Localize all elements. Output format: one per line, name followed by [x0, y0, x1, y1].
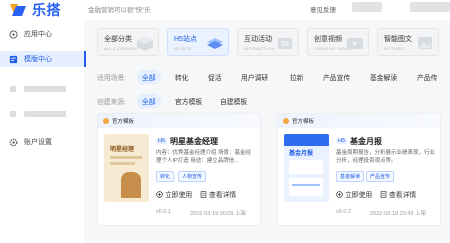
scene-chip-survey[interactable]: 用户调研: [241, 72, 268, 82]
cube-icon: [137, 36, 153, 51]
use-now-label: 立即使用: [345, 192, 373, 199]
thumbnail-title: 明星经理: [110, 147, 135, 153]
source-chip-official[interactable]: 官方模板: [175, 96, 202, 106]
scene-chip-activate[interactable]: 促活: [208, 72, 222, 82]
use-now-button[interactable]: 立即使用: [156, 189, 192, 199]
official-badge-icon: [103, 118, 109, 124]
scene-chip-fund[interactable]: 基金解读: [370, 72, 397, 82]
sidebar-item-apps[interactable]: 应用中心: [0, 26, 86, 42]
card-date: 2022-03-18 23:43 上架: [370, 211, 426, 217]
use-now-button[interactable]: 立即使用: [336, 189, 372, 199]
source-filter-label: 创建来源:: [97, 99, 127, 106]
card-title: 明星基金经理: [170, 137, 218, 146]
card-version: v0.0.2: [336, 209, 351, 215]
card-source-label: 官方模板: [292, 119, 315, 125]
sidebar-item-templates[interactable]: 模版中心: [0, 51, 86, 67]
category-h5[interactable]: H5站点 H5 SITE: [167, 28, 229, 56]
card-header: 官方模板: [98, 114, 260, 128]
document-icon: [380, 190, 387, 198]
use-now-label: 立即使用: [165, 192, 193, 199]
top-bar: 乐搭 金融营销可以很“快”乐 意见反馈: [0, 0, 450, 20]
person-figure-icon: [121, 172, 141, 198]
card-tag: 基金解读: [336, 171, 365, 182]
document-icon: [200, 190, 207, 198]
scene-chip-acquire[interactable]: 拉新: [290, 72, 304, 82]
sidebar-item-label: 账户设置: [24, 139, 52, 146]
redacted-block: [10, 111, 16, 117]
template-card[interactable]: 官方模板 明星经理 H5 明星基金经理 内容：优秀基金经理介绍 场景：基金经理个…: [97, 113, 261, 226]
feedback-link[interactable]: 意见反馈: [310, 4, 336, 14]
view-detail-button[interactable]: 查看详情: [380, 189, 416, 199]
redacted-block: [352, 2, 382, 12]
category-all[interactable]: 全部分类 ALL CATEGORY: [97, 28, 159, 56]
view-detail-button[interactable]: 查看详情: [200, 189, 236, 199]
source-chip-all[interactable]: 全部: [137, 94, 161, 108]
template-thumbnail[interactable]: 基金月报: [284, 134, 329, 202]
app-grid-icon: [9, 29, 18, 39]
view-detail-label: 查看详情: [209, 192, 237, 199]
plus-circle-icon: [156, 190, 163, 198]
category-interaction[interactable]: 互动活动 INTERACTION: [237, 28, 299, 56]
card-date: 2022-03-19 00:09 上架: [190, 211, 246, 217]
official-badge-icon: [283, 118, 289, 124]
sidebar-item-label: 模版中心: [24, 56, 52, 63]
sidebar: 应用中心 模版中心 账户设置: [0, 20, 86, 243]
view-detail-label: 查看详情: [389, 192, 417, 199]
sidebar-item-label: 应用中心: [24, 31, 52, 38]
template-card[interactable]: 官方模板 基金月报 H5 基金月报 基金周期报告，分析展示业绩表现，行业分析，经…: [277, 113, 441, 226]
scene-chip-more[interactable]: 产品传: [417, 72, 437, 82]
card-tag: 产品宣传: [366, 171, 395, 182]
card-tag: 转化: [156, 171, 175, 182]
interaction-icon: [278, 38, 292, 49]
card-description: 内容：优秀基金经理介绍 场景：基金经理个人IP打造 用途：建立品牌信...: [156, 150, 252, 164]
card-title: 基金月报: [350, 137, 382, 146]
video-icon: [347, 38, 363, 49]
plus-circle-icon: [336, 190, 343, 198]
redacted-block: [24, 86, 66, 92]
card-version: v0.0.1: [156, 209, 171, 215]
redacted-block: [410, 2, 450, 12]
category-smart-picture[interactable]: 智能图文 PICTURE: [377, 28, 439, 56]
app-name: 乐搭: [32, 2, 61, 18]
card-header: 官方模板: [278, 114, 440, 128]
scene-chip-product[interactable]: 产品宣传: [323, 72, 350, 82]
thumbnail-title: 基金月报: [289, 151, 314, 157]
scene-chip-convert[interactable]: 转化: [175, 72, 189, 82]
card-description: 基金周期报告，分析展示业绩表现，行业分析，经理投资观点等。: [336, 150, 436, 164]
category-creative-video[interactable]: 创意视频 CREATIVE VIDEO: [307, 28, 369, 56]
card-source-label: 官方模板: [112, 119, 135, 125]
scene-chip-all[interactable]: 全部: [137, 70, 161, 84]
picture-icon: [418, 37, 432, 49]
card-tag: 人物宣传: [178, 171, 207, 182]
h5-badge: H5: [336, 138, 348, 144]
gear-icon: [9, 138, 18, 146]
template-icon: [9, 55, 18, 63]
main-content: 全部分类 ALL CATEGORY H5站点 H5 SITE 互动活动 INTE…: [87, 20, 450, 243]
app-slogan: 金融营销可以很“快”乐: [88, 7, 151, 14]
redacted-block: [10, 86, 16, 92]
template-thumbnail[interactable]: 明星经理: [104, 134, 149, 202]
source-chip-custom[interactable]: 自建模板: [220, 96, 247, 106]
h5-badge: H5: [156, 138, 168, 144]
redacted-block: [24, 111, 66, 117]
logo-mark-icon: [10, 4, 26, 16]
h5-stack-icon: [207, 38, 223, 49]
sidebar-item-account-settings[interactable]: 账户设置: [0, 134, 86, 150]
app-logo[interactable]: 乐搭: [8, 0, 61, 20]
scene-filter-label: 适用场景:: [97, 75, 127, 82]
